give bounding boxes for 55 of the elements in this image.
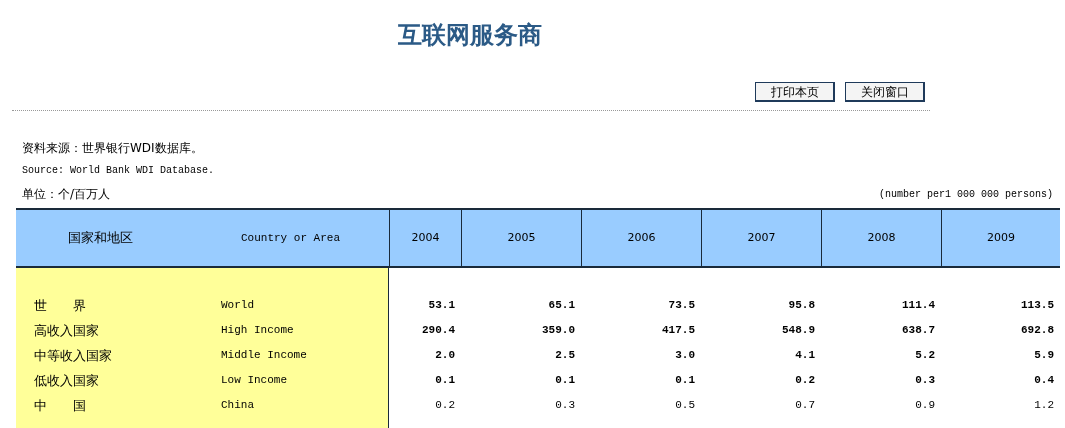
table-cell-text: 5.2: [915, 348, 935, 364]
table-cell-text: 359.0: [542, 323, 575, 339]
table-cell-text: 73.5: [668, 298, 695, 314]
table-cell-text: China: [221, 398, 254, 414]
table-cell-text: 1.2: [1034, 398, 1054, 414]
table-cell-text: 2.0: [435, 348, 455, 364]
table-cell-text: 692.8: [1021, 323, 1054, 339]
table-cell-text: World: [221, 298, 254, 314]
table-cell-text: 95.8: [788, 298, 815, 314]
table-cell-text: 2.5: [555, 348, 575, 364]
table-cell-text: 世 界: [33, 296, 87, 315]
table-cell-text: 4.1: [795, 348, 815, 364]
table-cell-text: 53.1: [428, 298, 455, 314]
table-cell-text: 0.3: [555, 398, 575, 414]
table-cell-text: 0.2: [795, 373, 815, 389]
table-cell-text: 5.9: [1034, 348, 1054, 364]
table-cell-text: 中等收入国家: [33, 346, 113, 365]
table-cell-text: Middle Income: [221, 348, 307, 364]
table-cell-text: Low Income: [221, 373, 287, 389]
table-cell-text: 0.2: [435, 398, 455, 414]
column-header: 2004: [389, 210, 461, 266]
table-cell-text: 3.0: [675, 348, 695, 364]
column-header: 国家和地区: [67, 229, 134, 248]
table-cell-text: 低收入国家: [33, 371, 100, 390]
window-button[interactable]: 关闭窗口: [845, 82, 925, 102]
table-cell-text: 638.7: [902, 323, 935, 339]
column-header: 2008: [821, 210, 941, 266]
table-cell-text: High Income: [221, 323, 294, 339]
table-cell-text: 0.4: [1034, 373, 1054, 389]
table-cell-text: 0.9: [915, 398, 935, 414]
column-header: 2005: [461, 210, 581, 266]
table-cell-text: 中 国: [33, 396, 87, 415]
unit-label: 单位：个/百万人: [22, 186, 111, 203]
table-cell-text: 548.9: [782, 323, 815, 339]
table-cell-text: 0.1: [675, 373, 695, 389]
source-note: Source: World Bank WDI Database.: [22, 165, 215, 176]
column-header: 2009: [941, 210, 1060, 266]
table-cell-text: 417.5: [662, 323, 695, 339]
table-cell-text: 高收入国家: [33, 321, 100, 340]
table-cell-text: 0.7: [795, 398, 815, 414]
column-header: Country or Area: [240, 230, 342, 246]
table-cell-text: 290.4: [422, 323, 455, 339]
unit-label: (number per1 000 000 persons): [878, 188, 1053, 202]
table-cell-text: 0.3: [915, 373, 935, 389]
table-cell-text: 113.5: [1021, 298, 1054, 314]
window-button[interactable]: 打印本页: [755, 82, 835, 102]
table-cell-text: 0.1: [555, 373, 575, 389]
page-title: 互联网服务商: [398, 20, 542, 51]
column-header: 2007: [701, 210, 821, 266]
table-cell-text: 0.1: [435, 373, 455, 389]
table-cell-text: 65.1: [548, 298, 575, 314]
source-note: 资料来源：世界银行WDI数据库。: [22, 141, 203, 155]
column-header: 2006: [581, 210, 701, 266]
table-cell-text: 0.5: [675, 398, 695, 414]
table-cell-text: 111.4: [902, 298, 935, 314]
